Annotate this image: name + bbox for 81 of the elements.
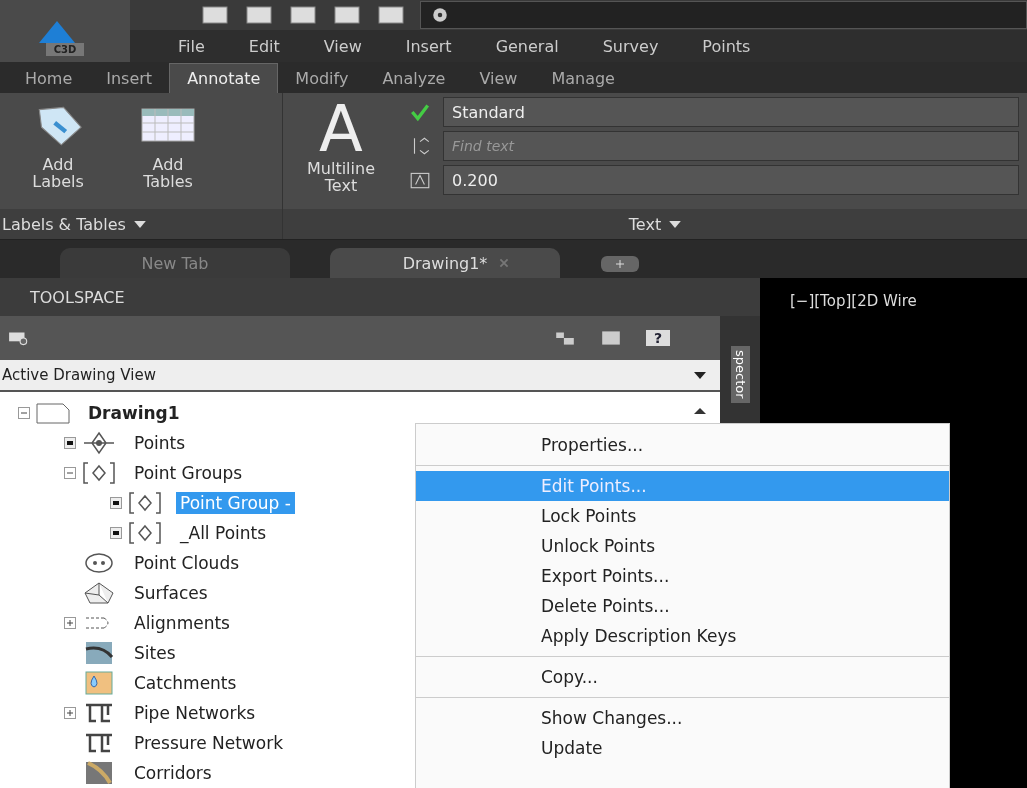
tree-item[interactable]: Alignments bbox=[130, 612, 234, 634]
tree-item[interactable]: Catchments bbox=[130, 672, 241, 694]
menu-item[interactable]: Copy... bbox=[416, 662, 949, 692]
menu-item[interactable]: Lock Points bbox=[416, 501, 949, 531]
bracketed-crosshair-icon bbox=[82, 461, 116, 485]
node-bullet-icon[interactable] bbox=[110, 527, 122, 539]
menu-item[interactable]: Edit bbox=[248, 36, 280, 56]
text-glyph-icon: A bbox=[319, 97, 363, 161]
menu-item[interactable]: Apply Description Keys bbox=[416, 621, 949, 651]
caret-icon bbox=[669, 220, 682, 228]
viewport-label[interactable]: [−][Top][2D Wire bbox=[760, 278, 1027, 310]
view-select[interactable]: Active Drawing View bbox=[0, 360, 720, 392]
ribbon-tab[interactable]: Home bbox=[8, 64, 90, 93]
menu-item[interactable]: Unlock Points bbox=[416, 531, 949, 561]
tree-item[interactable]: Point Groups bbox=[130, 462, 247, 484]
ribbon-tab[interactable]: View bbox=[462, 64, 535, 93]
tree-item[interactable]: Point Clouds bbox=[130, 552, 244, 574]
gear-icon bbox=[431, 6, 449, 24]
bracketed-crosshair-icon bbox=[128, 521, 162, 545]
collapse-icon[interactable] bbox=[18, 407, 30, 419]
new-tab-icon[interactable] bbox=[600, 254, 640, 274]
tree-item[interactable]: Drawing1 bbox=[84, 402, 184, 424]
menu-item[interactable]: General bbox=[495, 36, 559, 56]
toolbar-icon[interactable] bbox=[332, 5, 362, 25]
panel-title[interactable]: Text bbox=[283, 209, 1027, 239]
node-bullet-icon[interactable] bbox=[110, 497, 122, 509]
spellcheck-icon[interactable] bbox=[409, 101, 431, 123]
menu-item[interactable]: Show Changes... bbox=[416, 703, 949, 733]
document-icon bbox=[36, 401, 70, 425]
ribbon-tab[interactable]: Insert bbox=[89, 64, 170, 93]
toolspace-title: TOOLSPACE bbox=[0, 278, 760, 316]
prospector-tab[interactable]: spector bbox=[730, 346, 750, 403]
add-tables-button[interactable]: Add Tables bbox=[118, 97, 218, 209]
menu-item[interactable]: Delete Points... bbox=[416, 591, 949, 621]
find-text-field[interactable]: Find text bbox=[443, 131, 1019, 161]
ribbon-tab[interactable]: Modify bbox=[278, 64, 366, 93]
bracketed-crosshair-icon bbox=[128, 491, 162, 515]
panel-icon[interactable] bbox=[599, 330, 622, 346]
node-bullet-icon[interactable] bbox=[64, 437, 76, 449]
toolbar-icon[interactable] bbox=[288, 5, 318, 25]
tree-item[interactable]: _All Points bbox=[176, 522, 271, 544]
tree-item[interactable]: Points bbox=[130, 432, 190, 454]
ribbon-tab[interactable]: Analyze bbox=[365, 64, 463, 93]
tree-item[interactable]: Surfaces bbox=[130, 582, 212, 604]
panel-title[interactable]: Labels & Tables bbox=[0, 209, 282, 239]
menu-item[interactable]: Properties... bbox=[416, 430, 949, 460]
expand-icon[interactable] bbox=[64, 707, 76, 719]
tree-item[interactable]: Pipe Networks bbox=[130, 702, 260, 724]
document-tab[interactable]: Drawing1* bbox=[330, 248, 560, 278]
app-badge: C3D bbox=[45, 43, 85, 56]
drop-icon bbox=[82, 671, 116, 695]
ribbon-tab[interactable]: Manage bbox=[534, 64, 632, 93]
tree-item[interactable]: Sites bbox=[130, 642, 180, 664]
menu-item[interactable]: Export Points... bbox=[416, 561, 949, 591]
toolspace-icon[interactable] bbox=[8, 330, 30, 346]
toolbar-icon[interactable] bbox=[244, 5, 274, 25]
toolbar-icon[interactable] bbox=[200, 5, 230, 25]
toolbar-icon[interactable] bbox=[376, 5, 406, 25]
menu-item[interactable]: View bbox=[323, 36, 362, 56]
cloud-icon bbox=[82, 551, 116, 575]
pentagon-icon bbox=[82, 581, 116, 605]
text-height-field[interactable]: 0.200 bbox=[443, 165, 1019, 195]
caret-icon bbox=[133, 220, 146, 228]
menu-item[interactable]: File bbox=[178, 36, 205, 56]
expand-icon[interactable] bbox=[64, 617, 76, 629]
tree-item[interactable]: Pressure Network bbox=[130, 732, 287, 754]
add-labels-button[interactable]: Add Labels bbox=[8, 97, 108, 209]
workspace-field[interactable] bbox=[420, 1, 1027, 29]
text-style-field[interactable]: Standard bbox=[443, 97, 1019, 127]
help-button[interactable]: ? bbox=[645, 330, 670, 346]
ribbon-tab[interactable]: Annotate bbox=[169, 63, 279, 93]
multiline-text-button[interactable]: A Multiline Text bbox=[291, 97, 391, 209]
crosshair-icon bbox=[82, 431, 116, 455]
menu-item[interactable]: Update bbox=[416, 733, 949, 763]
menu-item[interactable]: Insert bbox=[405, 36, 452, 56]
grid-icon[interactable] bbox=[553, 330, 576, 346]
tree-item[interactable]: Corridors bbox=[130, 762, 216, 784]
application-button[interactable]: C3D bbox=[0, 0, 130, 62]
menu-item[interactable]: Points bbox=[702, 36, 751, 56]
menu-item[interactable]: Survey bbox=[602, 36, 659, 56]
collapse-icon[interactable] bbox=[64, 467, 76, 479]
